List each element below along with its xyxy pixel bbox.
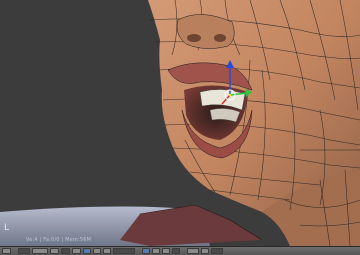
face-icon[interactable] (162, 248, 170, 254)
scale-icon[interactable] (103, 248, 111, 254)
scene-svg[interactable] (0, 0, 360, 246)
viewport-stats: Ve:4 | Fa:0/0 | Mem:56M (26, 237, 92, 243)
proportional-icon[interactable] (187, 248, 199, 254)
3d-viewport[interactable]: L Ve:4 | Fa:0/0 | Mem:56M (0, 0, 360, 246)
camera-icon[interactable] (211, 248, 223, 254)
orientation-icon[interactable] (113, 248, 135, 254)
axis-orientation-icon: L (4, 223, 10, 233)
nose-mesh (176, 14, 235, 49)
magnet-icon[interactable] (201, 248, 209, 254)
arrow-icon[interactable] (83, 248, 91, 254)
manipulator-icon[interactable] (72, 248, 81, 254)
vertex-icon[interactable] (142, 248, 150, 254)
rotate-icon[interactable] (93, 248, 101, 254)
pivot-icon[interactable] (61, 248, 70, 254)
occlude-icon[interactable] (172, 248, 180, 254)
mode-icon[interactable] (32, 248, 48, 254)
grid-icon[interactable] (2, 248, 11, 254)
viewport-header (0, 246, 360, 255)
edge-icon[interactable] (152, 248, 160, 254)
eye-icon[interactable] (18, 248, 30, 254)
sphere-icon[interactable] (50, 248, 59, 254)
